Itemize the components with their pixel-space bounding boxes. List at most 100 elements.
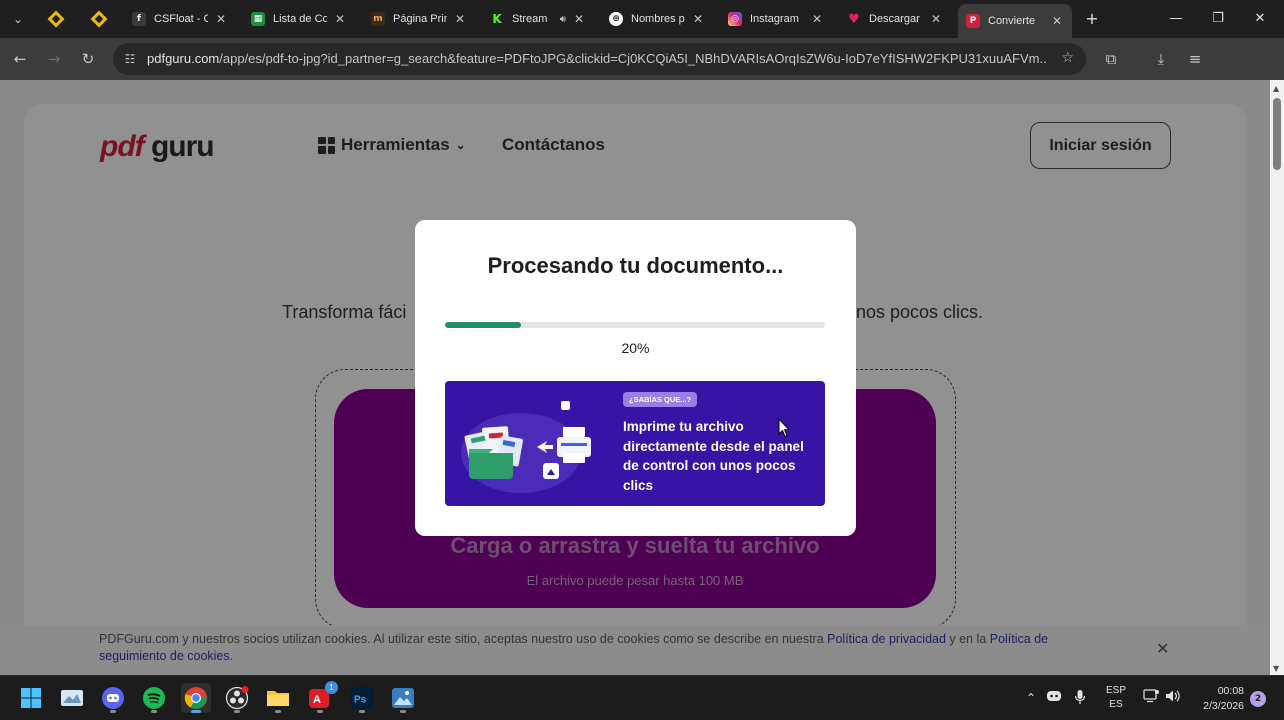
taskbar-discord[interactable]: [98, 683, 128, 713]
photoshop-icon: Ps: [351, 687, 373, 709]
microphone-icon[interactable]: [1071, 689, 1089, 707]
running-indicator: [191, 710, 201, 713]
close-icon[interactable]: ✕: [691, 12, 705, 26]
sheets-icon: ▦: [251, 12, 265, 26]
privacy-policy-link[interactable]: Política de privacidad: [827, 632, 946, 646]
pdfguru-logo[interactable]: pdf guru: [100, 130, 215, 164]
cookie-text: PDFGuru.com y nuestros socios utilizan c…: [99, 632, 1049, 663]
chevron-down-icon: ⌄: [455, 138, 466, 152]
close-icon[interactable]: ✕: [810, 12, 824, 26]
pinned-tab-binance-2[interactable]: [89, 9, 109, 29]
page-icon: m: [371, 12, 385, 26]
scroll-up-icon[interactable]: ▲: [1273, 84, 1279, 93]
photos-icon: [392, 688, 414, 708]
grid-icon: [318, 136, 335, 154]
tray-discord-icon[interactable]: [1045, 689, 1063, 707]
close-icon[interactable]: ✕: [929, 12, 943, 26]
taskbar-clock[interactable]: 00:08 2/3/2026: [1188, 684, 1244, 714]
login-button[interactable]: Iniciar sesión: [1030, 122, 1171, 169]
pinned-tab-binance-1[interactable]: [46, 9, 66, 29]
close-icon[interactable]: ✕: [214, 12, 228, 26]
nav-contact-link[interactable]: Contáctanos: [502, 135, 605, 155]
print-illustration-icon: [461, 401, 591, 493]
binance-icon: [90, 10, 108, 28]
windows-icon: [21, 688, 41, 708]
close-icon[interactable]: ✕: [1050, 14, 1064, 28]
tray-overflow-chevron-icon[interactable]: ⌃: [1022, 689, 1040, 707]
tab-stream[interactable]: K Stream 🔊︎ ✕: [482, 6, 594, 32]
close-icon[interactable]: ✕: [333, 12, 347, 26]
binance-icon: [47, 10, 65, 28]
upload-size-note: El archivo puede pesar hasta 100 MB: [526, 573, 744, 588]
running-indicator: [151, 710, 157, 713]
cookie-banner: PDFGuru.com y nuestros socios utilizan c…: [0, 625, 1270, 675]
tab-csfloat[interactable]: f CSFloat - C ✕: [124, 6, 236, 32]
taskbar-spotify[interactable]: [139, 683, 169, 713]
taskbar-obs[interactable]: [222, 683, 252, 713]
page-scrollbar[interactable]: ▲ ▼: [1270, 80, 1284, 675]
taskbar-chrome[interactable]: [181, 683, 211, 713]
back-icon[interactable]: ←: [10, 49, 30, 69]
start-button[interactable]: [16, 683, 46, 713]
running-indicator: [400, 710, 406, 713]
tab-pagina[interactable]: m Página Prin ✕: [363, 6, 475, 32]
url-text[interactable]: pdfguru.com/app/es/pdf-to-jpg?id_partner…: [147, 51, 1047, 67]
volume-icon[interactable]: [1164, 689, 1182, 707]
modal-title: Procesando tu documento...: [487, 253, 784, 278]
running-indicator: [234, 710, 240, 713]
close-icon[interactable]: ✕: [572, 12, 586, 26]
tab-nombres[interactable]: ⊛ Nombres p ✕: [601, 6, 713, 32]
spotify-icon: [143, 687, 165, 709]
tab-descargar[interactable]: ♥ Descargar ✕: [839, 6, 951, 32]
forward-icon[interactable]: →: [44, 49, 64, 69]
mouse-cursor-icon: [778, 418, 790, 438]
close-window-icon[interactable]: ✕: [1250, 9, 1270, 29]
download-icon[interactable]: ⤓: [1151, 49, 1171, 69]
network-icon[interactable]: [1142, 689, 1160, 707]
browser-toolbar: ← → ↻ ☷ pdfguru.com/app/es/pdf-to-jpg?id…: [0, 38, 1284, 80]
notification-badge[interactable]: 2: [1250, 691, 1266, 707]
close-icon[interactable]: ✕: [453, 12, 467, 26]
taskbar-adobe-cc[interactable]: A 1: [305, 681, 338, 713]
widgets-icon: [61, 690, 83, 706]
tab-lista[interactable]: ▦ Lista de Co ✕: [243, 6, 355, 32]
tab-search-icon[interactable]: ⌄: [8, 10, 28, 28]
reload-icon[interactable]: ↻: [78, 49, 98, 69]
obs-icon: [225, 686, 249, 710]
input-language[interactable]: ESP ES: [1103, 684, 1129, 712]
discord-icon: [102, 687, 124, 709]
scroll-down-icon[interactable]: ▼: [1273, 664, 1279, 673]
taskbar-photos[interactable]: [388, 683, 418, 713]
extensions-icon[interactable]: ⧉: [1101, 49, 1121, 69]
openai-icon: ⊛: [609, 12, 623, 26]
heart-icon: ♥: [848, 11, 860, 27]
bookmark-star-icon[interactable]: ☆: [1061, 50, 1074, 66]
taskbar-file-explorer[interactable]: [263, 683, 293, 713]
running-indicator: [317, 710, 323, 713]
csfloat-icon: f: [132, 12, 146, 26]
windows-taskbar: A 1 Ps ⌃ ESP ES 00:08 2/3/2026 2: [0, 675, 1284, 720]
running-indicator: [110, 710, 116, 713]
restore-icon[interactable]: ❐: [1208, 9, 1228, 29]
nav-tools-menu[interactable]: Herramientas ⌄: [318, 135, 466, 155]
tab-convierte[interactable]: P Convierte ✕: [958, 4, 1072, 38]
progress-bar: [445, 322, 825, 328]
taskbar-widgets[interactable]: [57, 683, 87, 713]
tab-instagram[interactable]: ◎ Instagram ✕: [720, 6, 832, 32]
speaker-icon[interactable]: 🔊︎: [560, 14, 566, 25]
site-info-icon[interactable]: ☷: [121, 50, 139, 68]
new-tab-icon[interactable]: +: [1082, 9, 1102, 29]
progress-fill: [445, 322, 521, 328]
address-bar[interactable]: ☷ pdfguru.com/app/es/pdf-to-jpg?id_partn…: [113, 43, 1086, 75]
svg-text:A: A: [313, 694, 321, 706]
minimize-icon[interactable]: —: [1166, 9, 1186, 29]
instagram-icon: ◎: [728, 12, 742, 26]
folder-icon: [267, 691, 289, 706]
adobe-badge: 1: [325, 681, 338, 694]
taskbar-photoshop[interactable]: Ps: [347, 683, 377, 713]
pdfguru-icon: P: [966, 14, 980, 28]
scroll-thumb[interactable]: [1273, 98, 1281, 170]
cookie-close-icon[interactable]: ✕: [1156, 639, 1169, 658]
media-control-icon[interactable]: ≡: [1185, 49, 1205, 69]
running-indicator: [359, 710, 365, 713]
